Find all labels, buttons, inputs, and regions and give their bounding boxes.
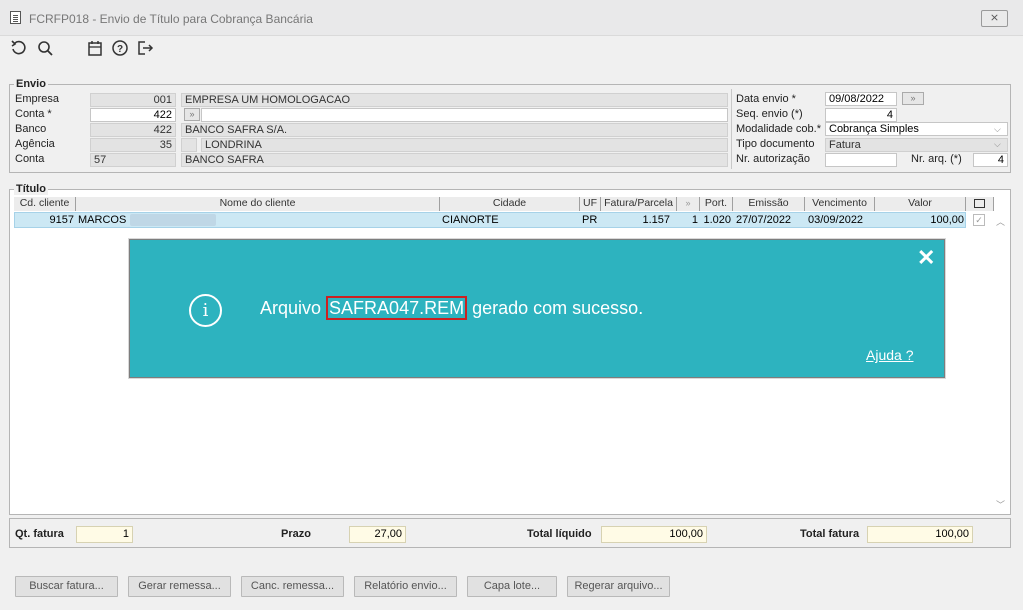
success-dialog: i Arquivo SAFRA047.REM gerado com sucess… [129, 239, 945, 378]
col-vencimento[interactable]: Vencimento [805, 197, 875, 211]
cell-port: 1.020 [703, 214, 731, 226]
col-cd-cliente[interactable]: Cd. cliente [14, 197, 76, 211]
modalidade-label: Modalidade cob.* [736, 123, 822, 135]
col-fatura-parcela[interactable]: Fatura/Parcela [601, 197, 677, 211]
undo-icon[interactable] [9, 39, 29, 59]
agencia-code-field: 35 [90, 138, 176, 152]
cell-fatura: 1.157 [642, 214, 670, 226]
envio-divider [731, 89, 732, 169]
svg-text:?: ? [117, 44, 123, 55]
close-icon[interactable]: ✕ [917, 247, 935, 269]
prazo-label: Prazo [281, 528, 311, 540]
modalidade-select[interactable]: Cobrança Simples [825, 122, 1008, 136]
chevron-down-icon: ⌵ [994, 124, 1001, 134]
row-checkbox[interactable]: ✓ [973, 214, 985, 226]
cell-cd-cliente: 9157 [49, 214, 74, 226]
cell-vencimento: 03/09/2022 [808, 214, 864, 226]
total-fatura-field: 100,00 [867, 526, 973, 543]
col-nome-cliente[interactable]: Nome do cliente [76, 197, 440, 211]
buscar-fatura-button[interactable]: Buscar fatura... [15, 576, 118, 597]
cell-parcela: 1 [691, 214, 698, 226]
calendar-icon[interactable] [85, 39, 105, 59]
col-uf[interactable]: UF [580, 197, 601, 211]
total-liquido-field: 100,00 [601, 526, 707, 543]
qt-fatura-field: 1 [76, 526, 133, 543]
col-emissao[interactable]: Emissão [733, 197, 805, 211]
success-message: Arquivo SAFRA047.REM gerado com sucesso. [260, 296, 644, 320]
col-select-all[interactable] [966, 197, 994, 211]
empresa-name-field: EMPRESA UM HOMOLOGACAO [181, 93, 728, 107]
nr-arq-input[interactable]: 4 [973, 153, 1008, 167]
exit-icon[interactable] [135, 39, 155, 59]
help-link[interactable]: Ajuda ? [866, 347, 913, 363]
generated-file-name: SAFRA047.REM [326, 296, 468, 320]
conta-lookup-button[interactable]: » [184, 108, 200, 121]
agencia-label: Agência [15, 138, 55, 150]
data-envio-label: Data envio * [736, 93, 796, 105]
date-picker-button[interactable]: » [902, 92, 924, 105]
seq-envio-input[interactable]: 4 [825, 108, 897, 122]
nr-arq-label: Nr. arq. (*) [911, 153, 962, 165]
conta2-name-field: BANCO SAFRA [181, 153, 728, 167]
regerar-arquivo-button[interactable]: Regerar arquivo... [567, 576, 670, 597]
scroll-down-icon[interactable]: ﹀ [996, 498, 1005, 511]
conta2-code-field: 57 [90, 153, 176, 167]
checkbox-icon [974, 199, 985, 208]
canc-remessa-button[interactable]: Canc. remessa... [241, 576, 344, 597]
col-parcela-sort[interactable]: » [677, 197, 700, 211]
totals-group [9, 518, 1011, 548]
banco-label: Banco [15, 123, 47, 135]
conta2-label: Conta [15, 153, 45, 165]
help-icon[interactable]: ? [110, 39, 130, 59]
capa-lote-button[interactable]: Capa lote... [467, 576, 557, 597]
titulo-legend: Título [14, 183, 48, 195]
window-title: FCRFP018 - Envio de Título para Cobrança… [29, 12, 313, 26]
cell-uf: PR [582, 214, 598, 226]
window-close-button[interactable]: ⨯ [981, 10, 1008, 27]
envio-legend: Envio [14, 78, 48, 90]
scroll-up-icon[interactable]: ︿ [996, 215, 1005, 228]
redacted-name [130, 214, 216, 226]
document-icon [10, 11, 21, 24]
col-cidade[interactable]: Cidade [440, 197, 580, 211]
empresa-label: Empresa [15, 93, 60, 105]
search-icon[interactable] [35, 39, 55, 59]
cell-cidade: CIANORTE [442, 214, 499, 226]
relatorio-envio-button[interactable]: Relatório envio... [354, 576, 457, 597]
banco-name-field: BANCO SAFRA S/A. [181, 123, 728, 137]
cell-nome: MARCOS [78, 214, 127, 226]
banco-code-field: 422 [90, 123, 176, 137]
title-bar: FCRFP018 - Envio de Título para Cobrança… [0, 0, 1023, 36]
gerar-remessa-button[interactable]: Gerar remessa... [128, 576, 231, 597]
data-envio-input[interactable]: 09/08/2022 [825, 92, 897, 106]
tipo-doc-select[interactable]: Fatura [825, 138, 1008, 152]
seq-envio-label: Seq. envio (*) [736, 108, 803, 120]
sort-icon: » [685, 198, 691, 208]
total-liquido-label: Total líquido [527, 528, 592, 540]
message-prefix: Arquivo [260, 298, 322, 318]
nr-autorizacao-label: Nr. autorização [736, 153, 810, 165]
empresa-code-field: 001 [90, 93, 176, 107]
col-port[interactable]: Port. [700, 197, 733, 211]
qt-fatura-label: Qt. fatura [15, 528, 64, 540]
prazo-field: 27,00 [349, 526, 406, 543]
agencia-digit-field [181, 138, 197, 152]
message-suffix: gerado com sucesso. [472, 298, 644, 318]
conta-name-field [201, 108, 728, 122]
chevron-down-icon: ⌵ [994, 139, 1001, 149]
cell-emissao: 27/07/2022 [736, 214, 792, 226]
conta-code-input[interactable]: 422 [90, 108, 176, 122]
cell-valor: 100,00 [930, 214, 964, 226]
tipo-doc-value: Fatura [829, 139, 861, 151]
conta-label: Conta * [15, 108, 52, 120]
agencia-name-field: LONDRINA [201, 138, 728, 152]
col-valor[interactable]: Valor [875, 197, 966, 211]
total-fatura-label: Total fatura [800, 528, 860, 540]
info-icon: i [189, 294, 222, 327]
modalidade-value: Cobrança Simples [829, 123, 919, 135]
tipo-doc-label: Tipo documento [736, 138, 815, 150]
nr-autorizacao-input[interactable] [825, 153, 897, 167]
